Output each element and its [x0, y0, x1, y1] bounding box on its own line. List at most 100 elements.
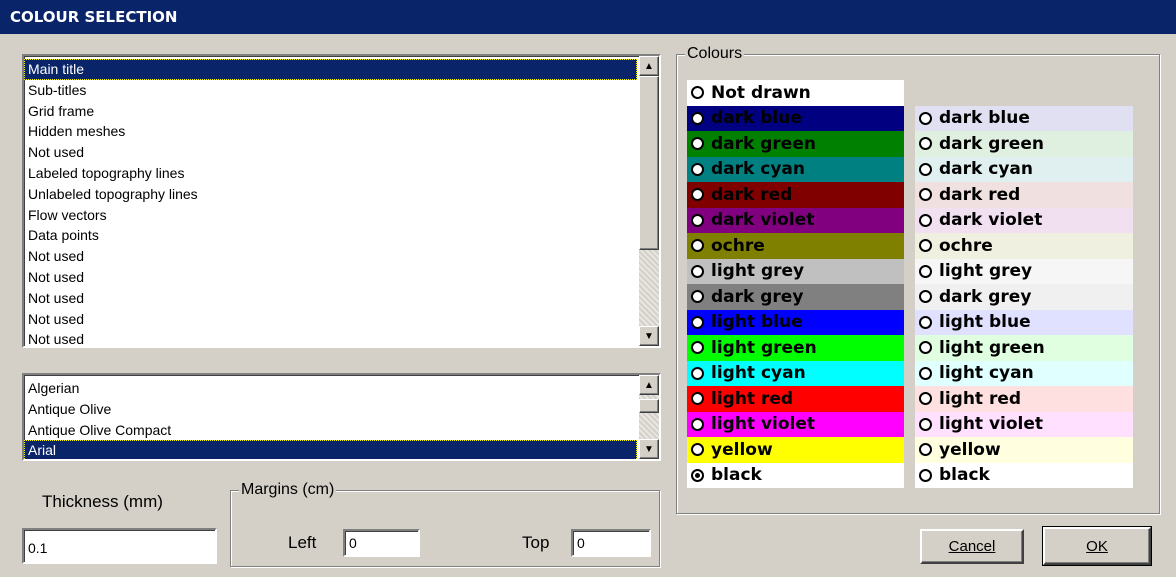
margin-top-input[interactable]: 0 — [571, 529, 651, 557]
font-listbox[interactable]: Algerian Antique Olive Antique Olive Compa… — [22, 373, 661, 461]
colour-option-dark-8[interactable]: light blue — [687, 309, 904, 335]
radio-unchecked-icon — [919, 392, 932, 406]
thickness-input[interactable]: 0.1 — [22, 528, 217, 564]
colour-option-label: dark cyan — [711, 159, 805, 180]
margins-group-label: Margins (cm) — [239, 481, 337, 499]
colour-option-dark-14[interactable]: black — [687, 462, 904, 488]
colour-option-label: dark red — [939, 184, 1021, 205]
scroll-down-button[interactable]: ▼ — [639, 326, 659, 346]
radio-unchecked-icon — [919, 213, 932, 227]
colour-option-light-13[interactable]: yellow — [915, 437, 1133, 463]
font-list-items: Algerian Antique Olive Antique Olive Compa… — [24, 378, 637, 459]
element-list-item[interactable]: Unlabeled topography lines — [24, 184, 637, 205]
colour-option-dark-10[interactable]: light cyan — [687, 360, 904, 386]
element-list-item[interactable]: Data points — [24, 225, 637, 246]
font-list-item[interactable]: Arial — [24, 440, 637, 459]
radio-unchecked-icon — [691, 392, 704, 406]
radio-unchecked-icon — [919, 341, 932, 355]
font-list-item[interactable]: Antique Olive Compact — [24, 420, 637, 441]
font-scroll-thumb[interactable] — [639, 399, 659, 413]
colour-option-label: light violet — [939, 414, 1044, 435]
scroll-up-button[interactable]: ▲ — [639, 56, 659, 76]
element-list-item[interactable]: Grid frame — [24, 101, 637, 122]
colour-option-label: ochre — [711, 235, 765, 256]
colour-option-label: light green — [939, 337, 1045, 358]
colour-option-label: dark blue — [711, 108, 802, 129]
colour-option-light-5[interactable]: ochre — [915, 233, 1133, 259]
cancel-button[interactable]: Cancel — [920, 529, 1024, 564]
colour-option-light-0[interactable]: dark blue — [915, 105, 1133, 131]
colour-option-dark-11[interactable]: light red — [687, 386, 904, 412]
colour-option-dark-13[interactable]: yellow — [687, 437, 904, 463]
elements-listbox[interactable]: Main title Sub-titles Grid frame Hidden mes… — [22, 54, 661, 348]
margin-left-label: Left — [288, 533, 317, 552]
colour-option-light-14[interactable]: black — [915, 462, 1133, 488]
colour-option-label: light cyan — [711, 363, 806, 384]
colour-option-dark-4[interactable]: dark violet — [687, 207, 904, 233]
colour-option-not-drawn[interactable]: Not drawn — [687, 80, 904, 106]
colour-option-light-11[interactable]: light red — [915, 386, 1133, 412]
window-title: COLOUR SELECTION — [10, 8, 178, 26]
radio-unchecked-icon — [919, 290, 932, 304]
colour-option-label: light red — [939, 388, 1022, 409]
element-list-item[interactable]: Hidden meshes — [24, 121, 637, 142]
colour-option-light-7[interactable]: dark grey — [915, 284, 1133, 310]
radio-unchecked-icon — [691, 137, 704, 151]
element-list-item[interactable]: Not used — [24, 246, 637, 267]
radio-unchecked-icon — [691, 213, 704, 227]
radio-unchecked-icon — [691, 315, 704, 329]
radio-unchecked-icon — [919, 162, 932, 176]
arrow-up-icon: ▲ — [644, 379, 654, 391]
colour-option-light-3[interactable]: dark red — [915, 182, 1133, 208]
radio-unchecked-icon — [919, 417, 932, 431]
colour-option-label: dark green — [711, 133, 816, 154]
colour-option-light-10[interactable]: light cyan — [915, 360, 1133, 386]
element-list-item[interactable]: Not used — [24, 267, 637, 288]
colour-option-label: black — [711, 465, 762, 486]
colour-option-light-6[interactable]: light grey — [915, 258, 1133, 284]
ok-button[interactable]: OK — [1042, 526, 1152, 566]
element-list-item[interactable]: Main title — [24, 59, 637, 80]
element-list-item[interactable]: Not used — [24, 142, 637, 163]
font-list-item[interactable]: Algerian — [24, 378, 637, 399]
colour-option-dark-5[interactable]: ochre — [687, 233, 904, 259]
colour-option-dark-6[interactable]: light grey — [687, 258, 904, 284]
colour-option-light-1[interactable]: dark green — [915, 131, 1133, 157]
colour-option-dark-0[interactable]: dark blue — [687, 105, 904, 131]
radio-unchecked-icon — [919, 468, 932, 482]
radio-unchecked-icon — [919, 137, 932, 151]
element-list-item[interactable]: Sub-titles — [24, 80, 637, 101]
element-list-item[interactable]: Not used — [24, 329, 637, 346]
radio-unchecked-icon — [919, 443, 932, 457]
font-scroll-down-button[interactable]: ▼ — [639, 439, 659, 459]
elements-scrollbar[interactable]: ▲ ▼ — [639, 56, 659, 346]
colour-option-dark-2[interactable]: dark cyan — [687, 156, 904, 182]
colour-option-dark-9[interactable]: light green — [687, 335, 904, 361]
element-list-item[interactable]: Flow vectors — [24, 205, 637, 226]
colours-group: Colours Not drawn dark blue dark green dark… — [676, 45, 1160, 514]
colour-option-light-4[interactable]: dark violet — [915, 207, 1133, 233]
font-list-item[interactable]: Antique Olive — [24, 399, 637, 420]
colour-option-light-2[interactable]: dark cyan — [915, 156, 1133, 182]
colour-option-dark-3[interactable]: dark red — [687, 182, 904, 208]
colour-option-light-12[interactable]: light violet — [915, 411, 1133, 437]
colour-option-dark-1[interactable]: dark green — [687, 131, 904, 157]
colour-option-dark-12[interactable]: light violet — [687, 411, 904, 437]
colour-option-dark-7[interactable]: dark grey — [687, 284, 904, 310]
colour-option-label: light blue — [711, 312, 803, 333]
element-list-item[interactable]: Not used — [24, 309, 637, 330]
margin-left-input[interactable]: 0 — [343, 529, 420, 557]
colour-option-label: dark grey — [711, 286, 804, 307]
scroll-thumb[interactable] — [639, 76, 659, 250]
element-list-item[interactable]: Labeled topography lines — [24, 163, 637, 184]
radio-unchecked-icon — [919, 239, 932, 253]
elements-list-items: Main title Sub-titles Grid frame Hidden mes… — [24, 59, 637, 346]
radio-unchecked-icon — [691, 162, 704, 176]
thickness-label: Thickness (mm) — [42, 492, 163, 511]
colour-option-label: dark red — [711, 184, 793, 205]
font-scrollbar[interactable]: ▲ ▼ — [639, 375, 659, 459]
font-scroll-up-button[interactable]: ▲ — [639, 375, 659, 395]
element-list-item[interactable]: Not used — [24, 288, 637, 309]
colour-option-light-9[interactable]: light green — [915, 335, 1133, 361]
colour-option-light-8[interactable]: light blue — [915, 309, 1133, 335]
